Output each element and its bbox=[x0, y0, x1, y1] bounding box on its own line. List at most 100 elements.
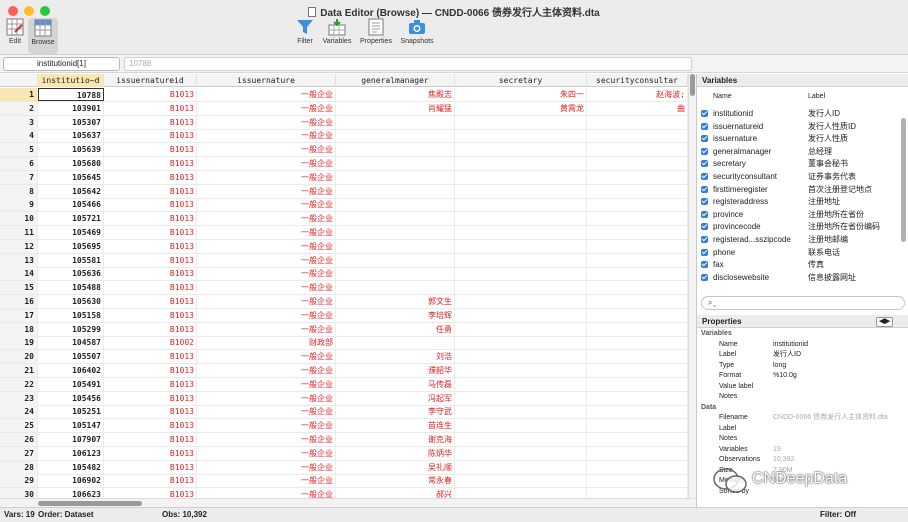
table-cell[interactable]: B1013 bbox=[104, 129, 197, 143]
table-cell[interactable]: B1013 bbox=[104, 350, 197, 364]
table-row[interactable]: 21 106402 B1013 一般企业 濮韶华 bbox=[0, 364, 696, 378]
row-number[interactable]: 7 bbox=[0, 170, 38, 184]
filter-button[interactable]: Filter bbox=[292, 18, 318, 45]
row-number[interactable]: 30 bbox=[0, 488, 38, 498]
row-number[interactable]: 3 bbox=[0, 115, 38, 129]
table-cell[interactable] bbox=[455, 336, 587, 350]
table-cell[interactable]: B1013 bbox=[104, 101, 197, 115]
row-number[interactable]: 28 bbox=[0, 460, 38, 474]
table-cell[interactable] bbox=[336, 157, 455, 170]
table-cell[interactable]: 106902 bbox=[38, 474, 104, 488]
table-cell[interactable]: 106623 bbox=[38, 488, 104, 498]
table-cell[interactable]: 一般企业 bbox=[197, 101, 336, 115]
table-cell[interactable]: 刘浩 bbox=[336, 350, 455, 364]
table-cell[interactable] bbox=[587, 143, 688, 157]
variable-filter-input[interactable]: ⌕⌄ bbox=[701, 296, 905, 310]
table-cell[interactable]: 105645 bbox=[38, 170, 104, 184]
table-cell[interactable] bbox=[587, 281, 688, 295]
table-cell[interactable]: B1013 bbox=[104, 212, 197, 226]
property-row[interactable]: Label bbox=[697, 424, 908, 435]
table-cell[interactable] bbox=[587, 364, 688, 377]
table-cell[interactable] bbox=[587, 419, 688, 433]
property-row[interactable]: Type long bbox=[697, 361, 908, 372]
table-cell[interactable]: B1013 bbox=[104, 405, 197, 419]
table-cell[interactable] bbox=[587, 460, 688, 474]
table-cell[interactable]: 一般企业 bbox=[197, 295, 336, 308]
table-cell[interactable] bbox=[455, 143, 587, 157]
table-cell[interactable] bbox=[587, 377, 688, 391]
table-row[interactable]: 17 105158 B1013 一般企业 李培辉 bbox=[0, 308, 696, 323]
table-cell[interactable]: 赵海波; bbox=[587, 88, 688, 101]
table-cell[interactable] bbox=[455, 198, 587, 212]
table-cell[interactable]: B1013 bbox=[104, 115, 197, 129]
table-cell[interactable]: 一般企业 bbox=[197, 405, 336, 419]
table-cell[interactable] bbox=[455, 115, 587, 129]
table-cell[interactable]: B1013 bbox=[104, 198, 197, 212]
table-cell[interactable]: 105581 bbox=[38, 253, 104, 267]
variable-checkbox[interactable] bbox=[701, 160, 708, 168]
table-cell[interactable] bbox=[587, 322, 688, 336]
properties-group-variables[interactable]: Variables bbox=[697, 329, 908, 340]
table-cell[interactable]: B1013 bbox=[104, 157, 197, 170]
name-column-header[interactable]: Name bbox=[713, 90, 732, 104]
table-cell[interactable]: 一般企业 bbox=[197, 281, 336, 295]
table-cell[interactable]: 105158 bbox=[38, 308, 104, 322]
row-number[interactable]: 19 bbox=[0, 336, 38, 350]
variable-row[interactable]: phone 联系电话 bbox=[697, 247, 901, 260]
table-cell[interactable]: B1013 bbox=[104, 239, 197, 253]
table-cell[interactable]: 104587 bbox=[38, 336, 104, 350]
table-cell[interactable] bbox=[336, 226, 455, 239]
table-row[interactable]: 5 105639 B1013 一般企业 bbox=[0, 143, 696, 158]
table-cell[interactable]: B1013 bbox=[104, 88, 197, 101]
table-cell[interactable]: 一般企业 bbox=[197, 350, 336, 364]
table-cell[interactable]: 常永春 bbox=[336, 474, 455, 488]
table-cell[interactable] bbox=[587, 267, 688, 281]
variables-scroll-thumb[interactable] bbox=[901, 118, 906, 242]
table-cell[interactable]: 105456 bbox=[38, 391, 104, 405]
table-cell[interactable]: 一般企业 bbox=[197, 474, 336, 488]
browse-button[interactable]: Browse bbox=[28, 18, 58, 54]
row-number[interactable]: 12 bbox=[0, 239, 38, 253]
table-cell[interactable] bbox=[455, 295, 587, 308]
table-cell[interactable] bbox=[455, 281, 587, 295]
variable-row[interactable]: provincecode 注册地所在省份编码 bbox=[697, 221, 901, 234]
row-number[interactable]: 23 bbox=[0, 391, 38, 405]
table-cell[interactable] bbox=[336, 253, 455, 267]
row-number[interactable]: 18 bbox=[0, 322, 38, 336]
column-header[interactable]: issuernatureid bbox=[104, 74, 197, 87]
table-cell[interactable] bbox=[587, 198, 688, 212]
table-cell[interactable]: 一般企业 bbox=[197, 419, 336, 433]
row-number[interactable]: 11 bbox=[0, 226, 38, 239]
table-cell[interactable] bbox=[455, 212, 587, 226]
table-cell[interactable]: 一般企业 bbox=[197, 143, 336, 157]
table-cell[interactable]: B1013 bbox=[104, 322, 197, 336]
table-cell[interactable]: 焦殿志 bbox=[336, 88, 455, 101]
table-cell[interactable]: 105637 bbox=[38, 129, 104, 143]
table-cell[interactable] bbox=[455, 267, 587, 281]
row-number[interactable]: 9 bbox=[0, 198, 38, 212]
table-row[interactable]: 23 105456 B1013 一般企业 冯起军 bbox=[0, 391, 696, 406]
table-row[interactable]: 30 106623 B1013 一般企业 郝兴 bbox=[0, 488, 696, 498]
table-row[interactable]: 4 105637 B1013 一般企业 bbox=[0, 129, 696, 144]
variable-checkbox[interactable] bbox=[701, 261, 708, 269]
table-cell[interactable] bbox=[587, 391, 688, 405]
table-row[interactable]: 22 105491 B1013 一般企业 马传磊 bbox=[0, 377, 696, 392]
variable-checkbox[interactable] bbox=[701, 122, 708, 130]
table-cell[interactable]: B1013 bbox=[104, 281, 197, 295]
table-row[interactable]: 2 103901 B1013 一般企业 肖耀猛 黄霄龙曲 bbox=[0, 101, 696, 116]
table-cell[interactable] bbox=[587, 239, 688, 253]
variable-row[interactable]: secretary 董事会秘书 bbox=[697, 158, 901, 171]
table-cell[interactable]: 一般企业 bbox=[197, 157, 336, 170]
table-cell[interactable] bbox=[336, 115, 455, 129]
table-cell[interactable]: 一般企业 bbox=[197, 115, 336, 129]
table-cell[interactable]: B1013 bbox=[104, 364, 197, 377]
row-number[interactable]: 16 bbox=[0, 295, 38, 308]
table-cell[interactable] bbox=[587, 115, 688, 129]
table-cell[interactable]: 105307 bbox=[38, 115, 104, 129]
table-cell[interactable] bbox=[455, 239, 587, 253]
column-header[interactable]: issuernature bbox=[197, 74, 336, 87]
table-cell[interactable]: 黄霄龙 bbox=[455, 101, 587, 115]
table-cell[interactable]: 105482 bbox=[38, 460, 104, 474]
table-cell[interactable] bbox=[336, 184, 455, 198]
table-cell[interactable] bbox=[336, 129, 455, 143]
